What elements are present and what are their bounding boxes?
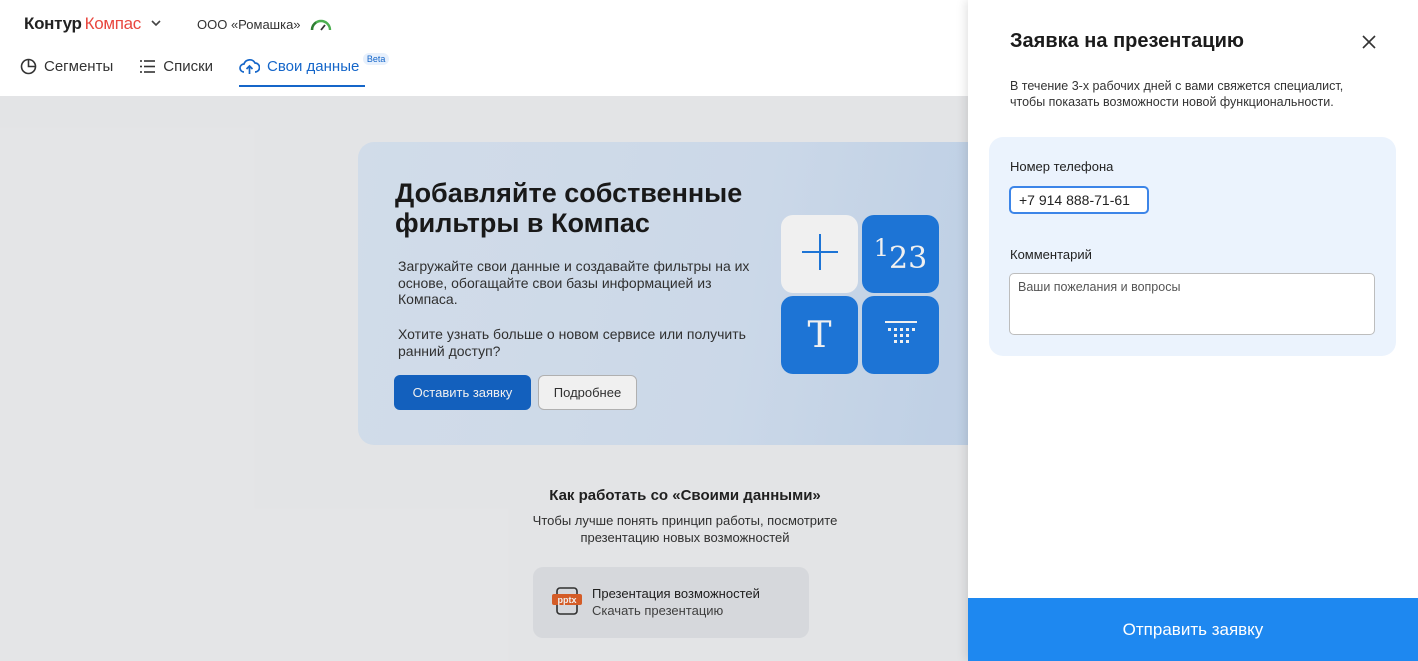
active-tab-indicator [239,85,366,87]
speedometer-icon [309,16,333,32]
phone-input[interactable] [1009,186,1149,214]
close-icon[interactable] [1358,31,1380,53]
panel-description: В течение 3-х рабочих дней с вами свяжет… [1010,79,1344,110]
brand-primary: Контур [24,14,82,33]
pie-chart-icon [20,58,37,75]
panel-title: Заявка на презентацию [1010,30,1244,52]
list-icon [139,59,156,74]
tab-own-data[interactable]: Свои данные Beta [239,53,390,87]
request-form: Номер телефона Комментарий [989,137,1396,356]
chevron-down-icon[interactable] [151,18,161,30]
org-selector[interactable]: ООО «Ромашка» [197,16,333,32]
comment-textarea[interactable] [1009,273,1375,335]
beta-badge: Beta [362,53,390,65]
phone-label: Номер телефона [1010,159,1114,174]
brand-secondary: Компас [84,14,142,33]
tab-label: Сегменты [44,58,114,75]
org-name: ООО «Ромашка» [197,16,301,32]
brand-logo[interactable]: Контур Компас [24,14,161,34]
request-side-panel: Заявка на презентацию В течение 3-х рабо… [968,0,1418,661]
page: Контур Компас ООО «Ромашка» Сегменты Спи… [0,0,1418,661]
tab-lists[interactable]: Списки [139,58,213,87]
tab-label: Свои данные [267,58,360,75]
main-tabs: Сегменты Списки Свои данные Beta [20,53,390,87]
modal-backdrop[interactable] [0,96,968,661]
comment-label: Комментарий [1010,247,1092,262]
cloud-upload-icon [239,58,261,75]
tab-segments[interactable]: Сегменты [20,58,113,87]
tab-label: Списки [163,58,214,75]
submit-request-button[interactable]: Отправить заявку [968,598,1418,661]
